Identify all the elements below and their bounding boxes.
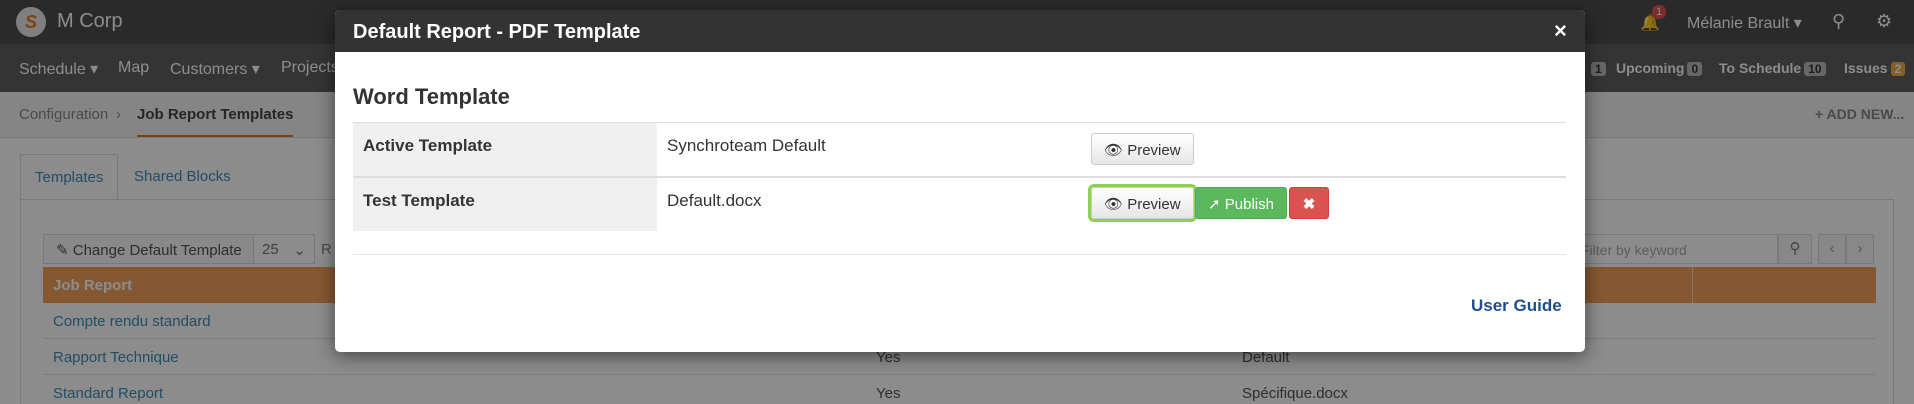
close-icon[interactable]: × — [1554, 18, 1567, 44]
preview-active-button[interactable]: 👁 Preview — [1091, 133, 1194, 165]
dialog-title: Default Report - PDF Template — [353, 21, 641, 43]
active-template-row: Active Template Synchroteam Default 👁 Pr… — [353, 123, 1566, 176]
active-template-value: Synchroteam Default — [667, 136, 826, 155]
test-template-value: Default.docx — [667, 191, 762, 210]
section-title: Word Template — [353, 84, 510, 109]
divider — [353, 254, 1566, 255]
close-icon: ✖ — [1302, 196, 1316, 213]
publish-button[interactable]: ➚ Publish — [1195, 187, 1287, 219]
publish-icon: ➚ — [1208, 196, 1221, 213]
test-template-label: Test Template — [353, 178, 657, 231]
pdf-template-dialog: Default Report - PDF Template × Word Tem… — [335, 10, 1585, 352]
active-template-label: Active Template — [353, 123, 657, 176]
eye-icon: 👁 — [1104, 142, 1124, 159]
word-template-table: Active Template Synchroteam Default 👁 Pr… — [353, 122, 1566, 231]
dialog-header: Default Report - PDF Template × — [335, 10, 1585, 52]
test-template-row: Test Template Default.docx 👁 Preview ➚ P… — [353, 176, 1566, 231]
user-guide-link[interactable]: User Guide — [1471, 296, 1562, 316]
eye-icon: 👁 — [1104, 196, 1124, 213]
preview-test-button[interactable]: 👁 Preview — [1091, 187, 1194, 219]
delete-button[interactable]: ✖ — [1289, 187, 1329, 219]
